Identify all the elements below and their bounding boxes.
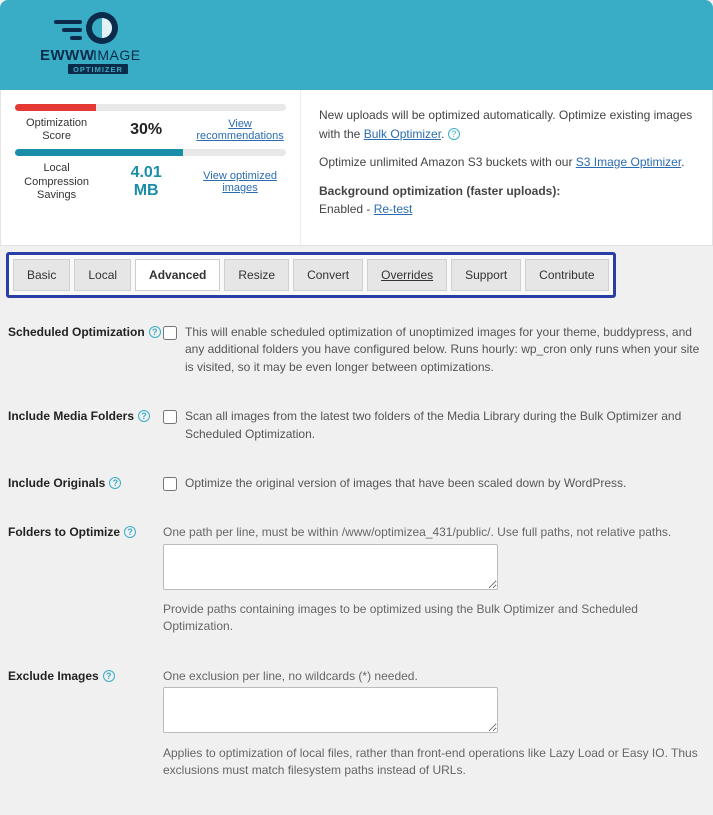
savings-label: Local Compression Savings	[15, 162, 98, 202]
folders-hint-top: One path per line, must be within /www/o…	[163, 524, 705, 541]
checkbox-include-media-wrap[interactable]: Scan all images from the latest two fold…	[163, 408, 705, 443]
label-folders-text: Folders to Optimize	[8, 525, 120, 539]
tab-contribute[interactable]: Contribute	[525, 259, 608, 291]
score-value: 30%	[116, 121, 176, 139]
help-icon[interactable]: ?	[448, 128, 460, 140]
row-folders: Folders to Optimize ? One path per line,…	[4, 508, 709, 652]
score-label: Optimization Score	[15, 117, 98, 143]
exclude-hint-top: One exclusion per line, no wildcards (*)…	[163, 668, 705, 685]
label-scheduled-text: Scheduled Optimization	[8, 325, 145, 339]
label-include-media-text: Include Media Folders	[8, 409, 134, 423]
exclude-textarea[interactable]	[163, 687, 498, 733]
bg-state: Enabled -	[319, 202, 374, 216]
tab-overrides[interactable]: Overrides	[367, 259, 447, 291]
exclude-hint-bottom: Applies to optimization of local files, …	[163, 745, 705, 780]
row-include-media: Include Media Folders ? Scan all images …	[4, 392, 709, 459]
svg-text:IMAGE: IMAGE	[93, 47, 140, 63]
dashboard-metrics: Optimization Score 30% View recommendati…	[1, 90, 301, 245]
tabs-highlight-box: Basic Local Advanced Resize Convert Over…	[6, 252, 616, 298]
folders-textarea[interactable]	[163, 544, 498, 590]
help-icon[interactable]: ?	[109, 477, 121, 489]
bulk-optimizer-link[interactable]: Bulk Optimizer	[364, 127, 441, 141]
logo-icon: EWWW IMAGE OPTIMIZER	[20, 10, 140, 75]
folders-hint-bottom: Provide paths containing images to be op…	[163, 601, 705, 636]
dashboard-panel: Optimization Score 30% View recommendati…	[0, 90, 713, 246]
savings-metric: Local Compression Savings 4.01 MB View o…	[15, 162, 286, 202]
settings-form: Scheduled Optimization ? This will enabl…	[0, 304, 713, 815]
settings-tabs: Basic Local Advanced Resize Convert Over…	[13, 259, 609, 291]
s3-optimizer-link[interactable]: S3 Image Optimizer	[576, 155, 681, 169]
row-exclude: Exclude Images ? One exclusion per line,…	[4, 652, 709, 796]
savings-value: 4.01 MB	[116, 164, 176, 200]
checkbox-scheduled-wrap[interactable]: This will enable scheduled optimization …	[163, 324, 705, 376]
bg-heading: Background optimization (faster uploads)…	[319, 184, 560, 198]
score-metric: Optimization Score 30% View recommendati…	[15, 117, 286, 143]
bg-opt-block: Background optimization (faster uploads)…	[319, 182, 694, 219]
view-optimized-link[interactable]: View optimized images	[194, 170, 286, 194]
label-include-originals-text: Include Originals	[8, 476, 105, 490]
tab-local[interactable]: Local	[74, 259, 131, 291]
checkbox-include-originals[interactable]	[163, 477, 177, 491]
tab-support[interactable]: Support	[451, 259, 521, 291]
row-include-originals: Include Originals ? Optimize the origina…	[4, 459, 709, 508]
tabs-container: Basic Local Advanced Resize Convert Over…	[0, 246, 713, 304]
s3-text: Optimize unlimited Amazon S3 buckets wit…	[319, 153, 694, 172]
tab-resize[interactable]: Resize	[224, 259, 289, 291]
label-folders: Folders to Optimize ?	[8, 524, 163, 539]
checkbox-include-originals-wrap[interactable]: Optimize the original version of images …	[163, 475, 705, 492]
label-include-media: Include Media Folders ?	[8, 408, 163, 423]
label-scheduled: Scheduled Optimization ?	[8, 324, 163, 339]
checkbox-scheduled[interactable]	[163, 326, 177, 340]
brand-logo: EWWW IMAGE OPTIMIZER	[20, 10, 140, 75]
svg-text:EWWW: EWWW	[40, 47, 95, 64]
help-icon[interactable]: ?	[103, 670, 115, 682]
checkbox-include-media[interactable]	[163, 410, 177, 424]
help-icon[interactable]: ?	[124, 526, 136, 538]
desc-include-originals: Optimize the original version of images …	[185, 475, 626, 492]
tab-advanced[interactable]: Advanced	[135, 259, 220, 291]
svg-text:OPTIMIZER: OPTIMIZER	[73, 65, 123, 74]
score-bar	[15, 104, 286, 111]
savings-bar	[15, 149, 286, 156]
row-scheduled: Scheduled Optimization ? This will enabl…	[4, 308, 709, 392]
label-exclude: Exclude Images ?	[8, 668, 163, 683]
desc-scheduled: This will enable scheduled optimization …	[185, 324, 705, 376]
view-recommendations-link[interactable]: View recommendations	[194, 118, 286, 142]
retest-link[interactable]: Re-test	[374, 202, 413, 216]
header-banner: EWWW IMAGE OPTIMIZER	[0, 0, 713, 90]
label-exclude-text: Exclude Images	[8, 669, 99, 683]
help-icon[interactable]: ?	[149, 326, 161, 338]
tab-convert[interactable]: Convert	[293, 259, 363, 291]
tab-basic[interactable]: Basic	[13, 259, 70, 291]
auto-upload-text: New uploads will be optimized automatica…	[319, 106, 694, 143]
help-icon[interactable]: ?	[138, 410, 150, 422]
s3-prefix: Optimize unlimited Amazon S3 buckets wit…	[319, 155, 576, 169]
dashboard-info: New uploads will be optimized automatica…	[301, 90, 712, 245]
label-include-originals: Include Originals ?	[8, 475, 163, 490]
desc-include-media: Scan all images from the latest two fold…	[185, 408, 705, 443]
